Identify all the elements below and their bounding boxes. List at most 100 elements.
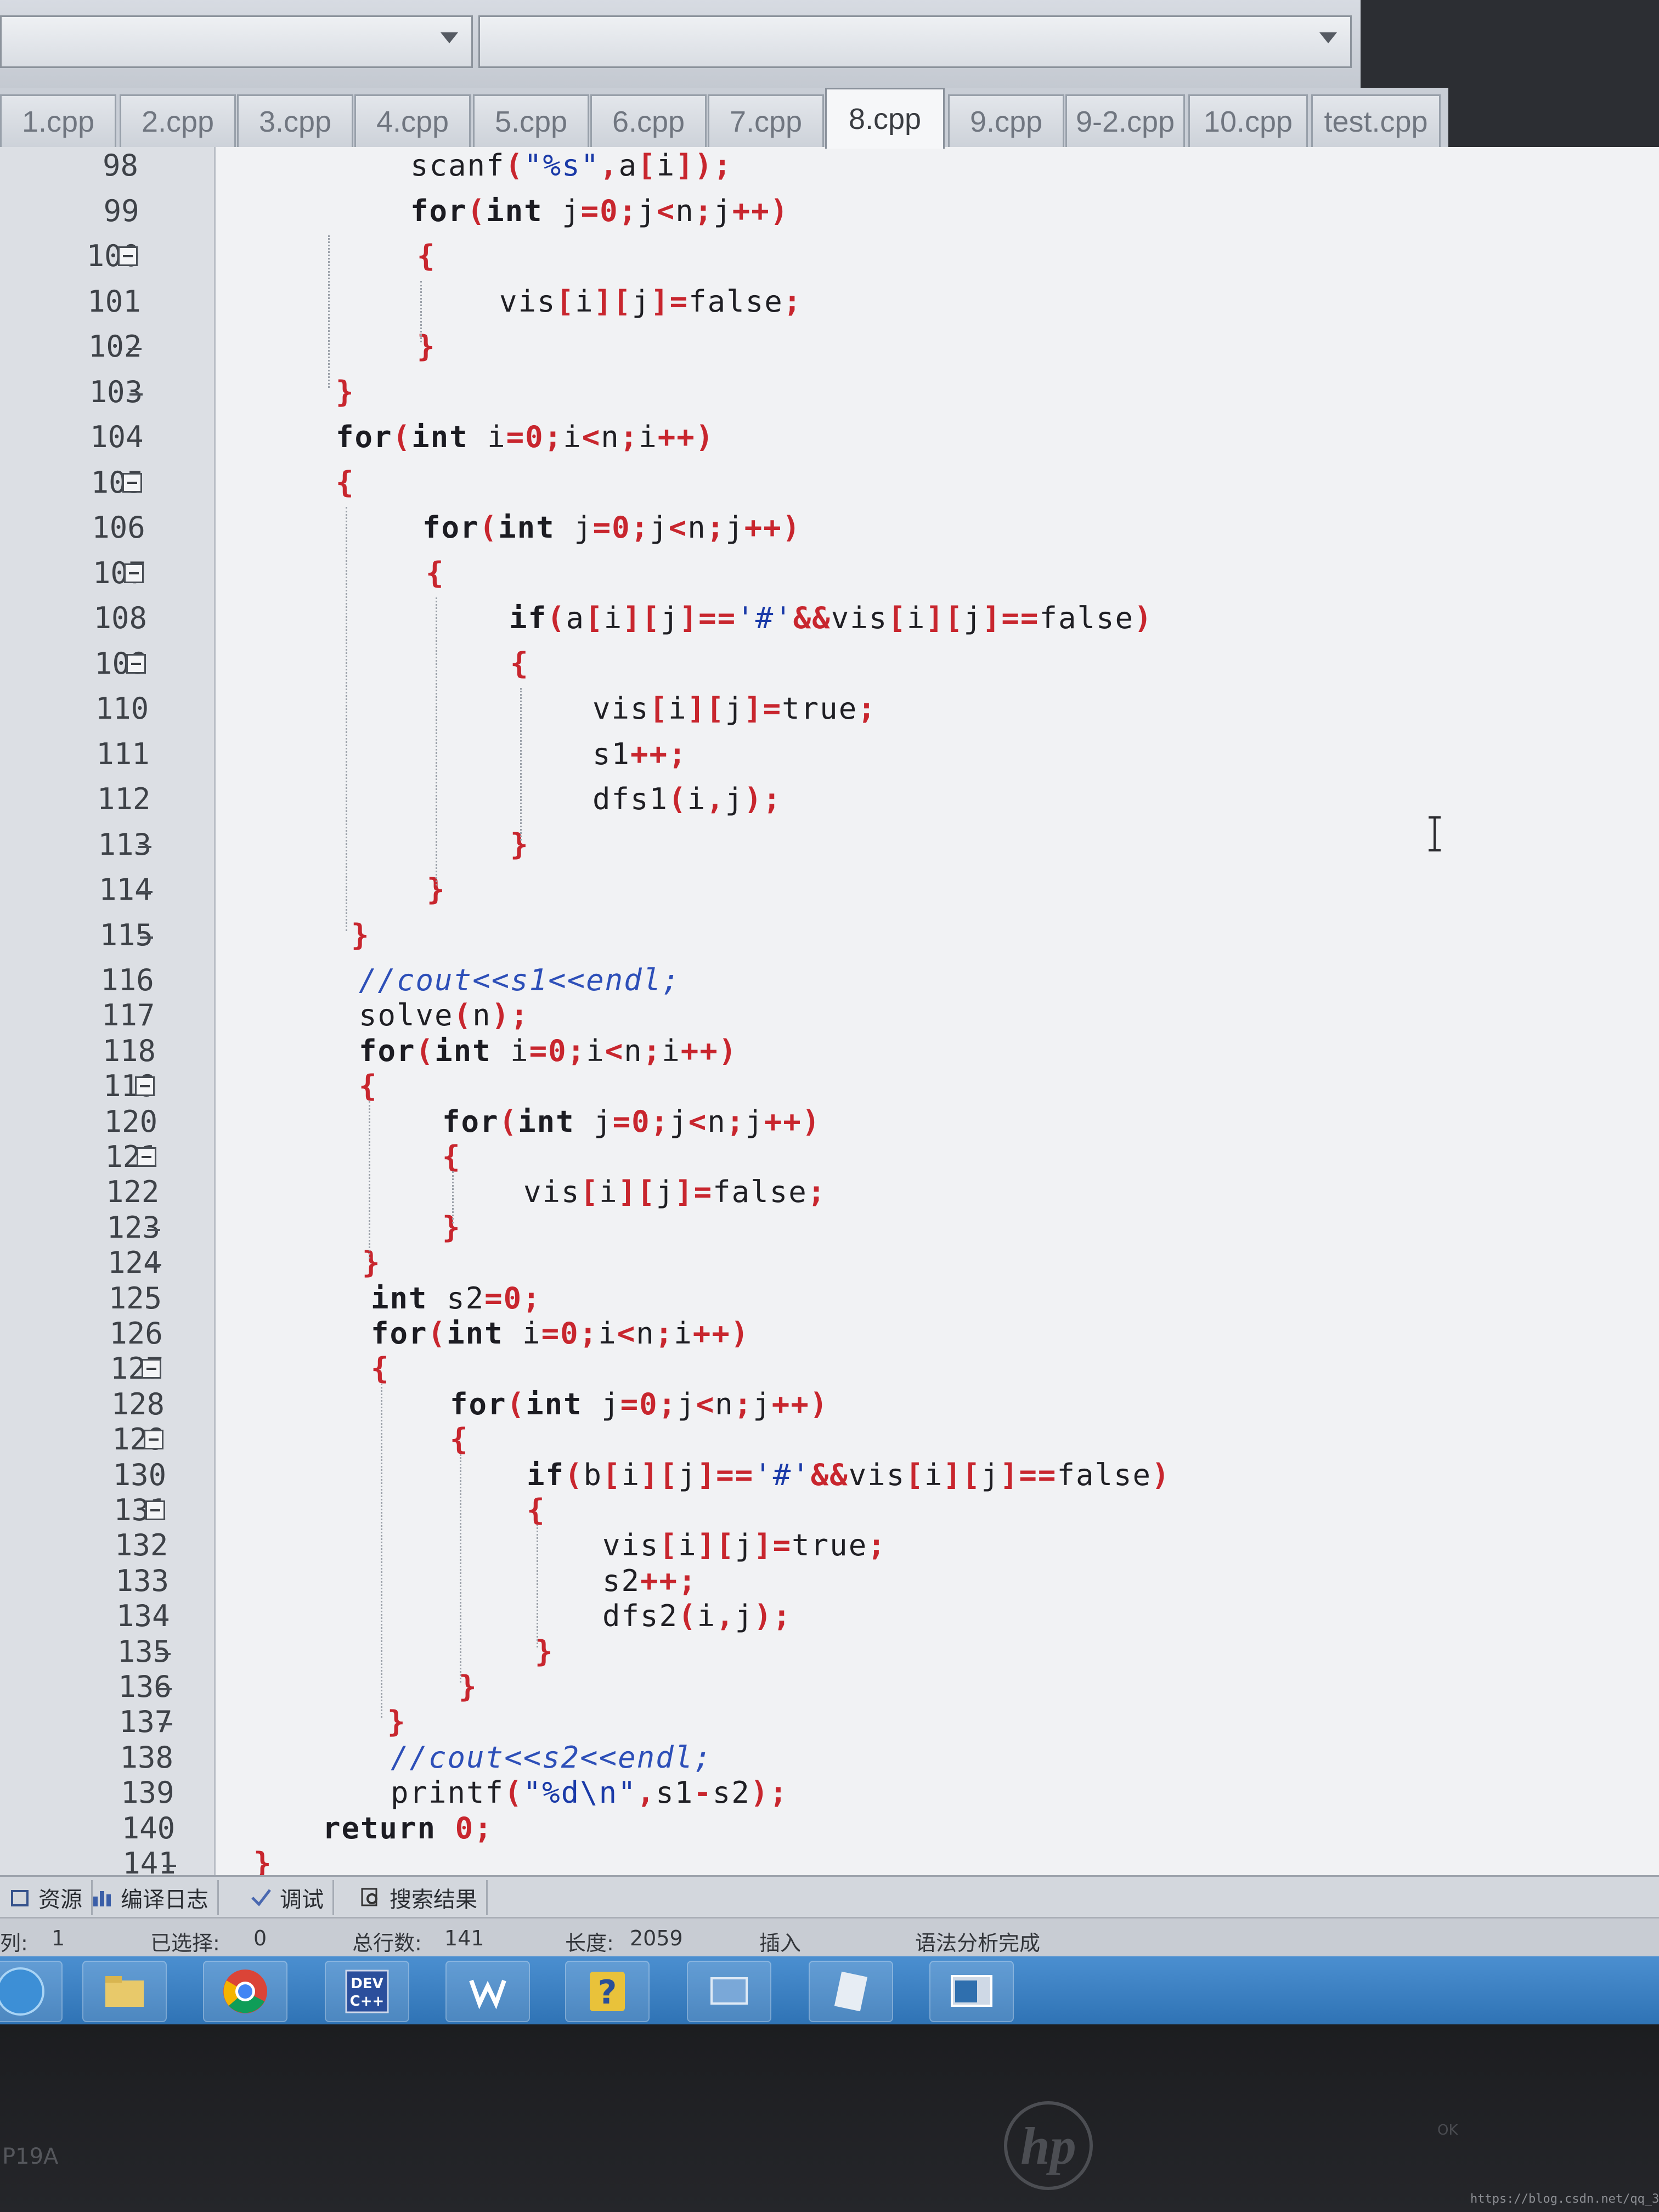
code-line: { xyxy=(426,555,445,590)
insert-mode: 插入 xyxy=(759,1931,802,1955)
tab-5-cpp[interactable]: 5.cpp xyxy=(473,94,589,147)
code-line: vis[i][j]=false; xyxy=(523,1175,827,1210)
line-number: 138 xyxy=(120,1740,173,1775)
line-number: 141 xyxy=(122,1846,176,1875)
line-number: 120 xyxy=(104,1104,158,1139)
chevron-down-icon[interactable] xyxy=(441,32,458,43)
code-line: if(b[i][j]=='#'&&vis[i][j]==false) xyxy=(527,1457,1171,1492)
taskbar-word-button[interactable] xyxy=(445,1961,530,2022)
word-icon xyxy=(469,1979,506,2010)
fold-end-marker xyxy=(159,1723,173,1726)
svg-text:?: ? xyxy=(598,1973,617,2012)
code-line: { xyxy=(450,1422,469,1457)
code-line: { xyxy=(336,465,355,500)
line-number: 124 xyxy=(108,1245,161,1280)
total-lines-label: 总行数: xyxy=(352,1931,422,1955)
col-label: 列: xyxy=(0,1931,28,1955)
tab-10-cpp[interactable]: 10.cpp xyxy=(1188,94,1308,147)
code-line: } xyxy=(253,1846,273,1875)
file-explorer-icon xyxy=(105,1976,144,2007)
line-number: 106 xyxy=(92,510,145,545)
tab-8-cpp[interactable]: 8.cpp xyxy=(825,88,945,149)
line-number: 140 xyxy=(121,1810,176,1846)
line-number: 98 xyxy=(102,148,138,183)
fold-collapse-icon[interactable] xyxy=(126,653,146,674)
selected-value: 0 xyxy=(253,1926,267,1950)
line-number: 110 xyxy=(95,691,149,726)
code-line: vis[i][j]=true; xyxy=(602,1528,887,1563)
code-line: { xyxy=(417,239,436,273)
line-number: 135 xyxy=(117,1634,171,1669)
code-area[interactable]: scanf("%s",a[i]); for(int j=0;j<n;j++){vi… xyxy=(216,147,1659,1875)
tab-9-2-cpp[interactable]: 9-2.cpp xyxy=(1065,94,1185,147)
taskbar-help-button[interactable]: ? xyxy=(565,1961,650,2022)
fold-collapse-icon[interactable] xyxy=(142,1359,162,1379)
taskbar-start-orb-button[interactable] xyxy=(0,1961,63,2022)
taskbar-window-button[interactable] xyxy=(929,1961,1014,2022)
tab-test-cpp[interactable]: test.cpp xyxy=(1311,94,1441,147)
code-line: for(int j=0;j<n;j++) xyxy=(442,1104,821,1139)
code-line: for(int j=0;j<n;j++) xyxy=(422,510,802,545)
tab-2-cpp[interactable]: 2.cpp xyxy=(120,94,236,147)
toolbar xyxy=(0,0,1361,88)
panel-tab-compile-log[interactable]: 编译日志 xyxy=(82,1880,219,1915)
monitor-bezel xyxy=(0,2024,1659,2212)
line-number: 114 xyxy=(99,872,153,907)
tab-4-cpp[interactable]: 4.cpp xyxy=(354,94,471,147)
line-number: 115 xyxy=(99,917,154,952)
taskbar-notepad-button[interactable] xyxy=(809,1961,893,2022)
fold-collapse-icon[interactable] xyxy=(134,1076,155,1097)
tab-6-cpp[interactable]: 6.cpp xyxy=(590,94,707,147)
class-combo[interactable] xyxy=(0,15,473,68)
panel-tab-resource[interactable]: 资源 xyxy=(0,1880,93,1915)
line-number: 130 xyxy=(112,1457,167,1492)
fold-collapse-icon[interactable] xyxy=(118,246,138,266)
line-number: 122 xyxy=(105,1175,160,1210)
line-number: 112 xyxy=(97,782,151,816)
tab-7-cpp[interactable]: 7.cpp xyxy=(708,94,824,147)
tab-9-cpp[interactable]: 9.cpp xyxy=(948,94,1064,147)
fold-end-marker xyxy=(157,1652,171,1655)
tab-1-cpp[interactable]: 1.cpp xyxy=(0,94,116,147)
devcpp-icon: DEVC++ xyxy=(345,1970,389,2013)
help-icon: ? xyxy=(590,1972,625,2012)
chevron-down-icon[interactable] xyxy=(1319,32,1337,43)
fold-collapse-icon[interactable] xyxy=(143,1430,163,1450)
taskbar-file-explorer-button[interactable] xyxy=(82,1961,167,2022)
indent-guide xyxy=(328,235,330,388)
line-number: 111 xyxy=(96,736,150,771)
code-line: dfs1(i,j); xyxy=(592,782,782,816)
panel-tab-label: 搜索结果 xyxy=(390,1887,477,1912)
network-icon xyxy=(710,1977,748,2005)
code-line: printf("%d\n",s1-s2); xyxy=(391,1775,788,1810)
function-combo[interactable] xyxy=(478,15,1352,68)
text-cursor-icon xyxy=(1429,816,1441,851)
code-line: { xyxy=(442,1139,461,1174)
code-line: solve(n); xyxy=(359,998,529,1033)
panel-tab-search-results[interactable]: 搜索结果 xyxy=(351,1880,488,1915)
code-line: scanf("%s",a[i]); xyxy=(410,148,732,183)
indent-guide xyxy=(520,688,522,840)
code-line: //cout<<s2<<endl; xyxy=(391,1740,713,1775)
fold-collapse-icon[interactable] xyxy=(124,563,144,583)
panel-tab-label: 编译日志 xyxy=(121,1887,208,1912)
fold-end-marker xyxy=(147,1228,160,1231)
fold-collapse-icon[interactable] xyxy=(122,472,143,493)
fold-end-marker xyxy=(129,393,143,396)
code-line: } xyxy=(351,917,370,952)
line-number: 116 xyxy=(100,963,154,997)
taskbar-chrome-button[interactable] xyxy=(203,1961,287,2022)
panel-tab-debug-check[interactable]: 调试 xyxy=(241,1880,334,1915)
fold-collapse-icon[interactable] xyxy=(145,1500,165,1520)
taskbar-network-button[interactable] xyxy=(687,1961,771,2022)
code-editor[interactable]: 98 99 100 101 102 103 104 105 106 107 108 109 110 111… xyxy=(0,147,1659,1875)
line-number: 102 xyxy=(88,329,142,364)
line-number: 132 xyxy=(114,1528,168,1563)
taskbar-devcpp-button[interactable]: DEV C++ xyxy=(325,1961,409,2022)
fold-collapse-icon[interactable] xyxy=(136,1147,156,1167)
notepad-icon xyxy=(834,1971,868,2012)
tab-3-cpp[interactable]: 3.cpp xyxy=(237,94,353,147)
fold-end-marker xyxy=(158,1688,172,1690)
status-bar: 列: 1 已选择: 0 总行数: 141 长度: 2059 插入 语法分析完成 xyxy=(0,1917,1659,1958)
line-number: 128 xyxy=(111,1386,165,1421)
